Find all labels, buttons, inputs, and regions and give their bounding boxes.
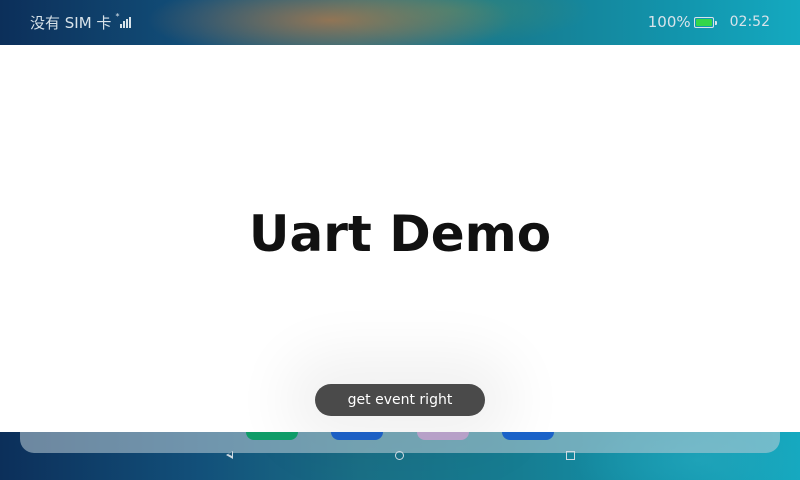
carrier-label: 没有 SIM 卡 bbox=[30, 13, 112, 32]
dock-app-4[interactable] bbox=[502, 432, 554, 440]
toast-text: get event right bbox=[347, 392, 453, 408]
signal-icon: * bbox=[115, 12, 134, 28]
dock-app-3[interactable] bbox=[417, 432, 469, 440]
battery-fill bbox=[695, 18, 712, 26]
recents-icon[interactable] bbox=[566, 451, 575, 460]
back-icon[interactable] bbox=[226, 451, 233, 459]
dock-app-1[interactable] bbox=[246, 432, 298, 440]
home-icon[interactable] bbox=[395, 451, 404, 460]
toast-message: get event right bbox=[315, 384, 485, 416]
battery-icon bbox=[693, 16, 717, 28]
battery-percent: 100% bbox=[647, 13, 691, 31]
dock-app-2[interactable] bbox=[331, 432, 383, 440]
status-bar: 没有 SIM 卡 * 100% 02:52 bbox=[0, 0, 800, 44]
app-window: Uart Demo get event right bbox=[0, 45, 800, 432]
navigation-bar bbox=[0, 445, 800, 467]
status-left: 没有 SIM 卡 * bbox=[30, 12, 134, 33]
app-title: Uart Demo bbox=[248, 205, 552, 263]
status-time: 02:52 bbox=[729, 14, 770, 30]
status-right: 100% 02:52 bbox=[648, 13, 770, 31]
